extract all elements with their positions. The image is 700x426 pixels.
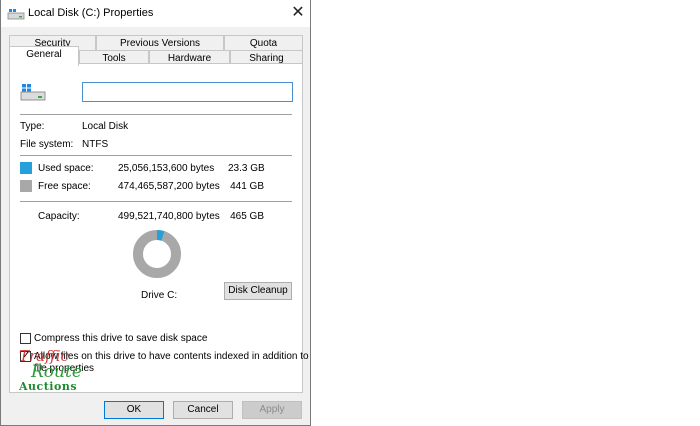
window-title: Local Disk (C:) Properties [28, 7, 154, 19]
ok-button[interactable]: OK [104, 401, 164, 419]
compress-checkbox[interactable] [20, 333, 31, 344]
used-space-size: 23.3 GB [228, 163, 265, 174]
title-bar[interactable]: Local Disk (C:) Properties ✕ [1, 0, 310, 27]
file-system-value: NTFS [82, 139, 109, 150]
free-space-swatch [20, 180, 32, 192]
watermark-logo: Traffic Route Auctions [19, 349, 82, 393]
divider [20, 201, 292, 202]
file-system-label: File system: [20, 139, 74, 150]
divider [20, 114, 292, 115]
compress-label: Compress this drive to save disk space [34, 333, 208, 344]
type-label: Type: [20, 121, 45, 132]
drive-name-input[interactable] [82, 82, 293, 102]
free-space-size: 441 GB [230, 181, 264, 192]
watermark-line3: Auctions [19, 380, 78, 393]
tab-general[interactable]: General [9, 46, 79, 66]
capacity-bytes: 499,521,740,800 bytes [118, 211, 220, 222]
capacity-label: Capacity: [38, 211, 80, 222]
capacity-size: 465 GB [230, 211, 264, 222]
close-button[interactable]: ✕ [286, 2, 310, 24]
apply-button[interactable]: Apply [242, 401, 302, 419]
drive-icon [7, 9, 25, 20]
watermark-line2: Route [31, 362, 82, 382]
drive-label: Drive C: [141, 290, 178, 301]
used-space-label: Used space: [38, 163, 94, 174]
free-space-label: Free space: [38, 181, 91, 192]
free-space-ring [133, 230, 181, 278]
used-space-bytes: 25,056,153,600 bytes [118, 163, 215, 174]
watermark-line1: Traffic [19, 347, 69, 365]
disk-usage-donut [133, 230, 181, 278]
used-space-swatch [20, 162, 32, 174]
general-tab-panel: Type: Local Disk File system: NTFS Used … [9, 63, 309, 393]
close-icon: ✕ [291, 4, 305, 21]
cancel-button[interactable]: Cancel [173, 401, 233, 419]
local-disk-icon [20, 84, 46, 101]
type-value: Local Disk [82, 121, 129, 132]
properties-dialog: Local Disk (C:) Properties ✕ Security Pr… [0, 0, 311, 426]
disk-cleanup-button[interactable]: Disk Cleanup [224, 282, 292, 300]
divider [20, 155, 292, 156]
free-space-bytes: 474,465,587,200 bytes [118, 181, 220, 192]
